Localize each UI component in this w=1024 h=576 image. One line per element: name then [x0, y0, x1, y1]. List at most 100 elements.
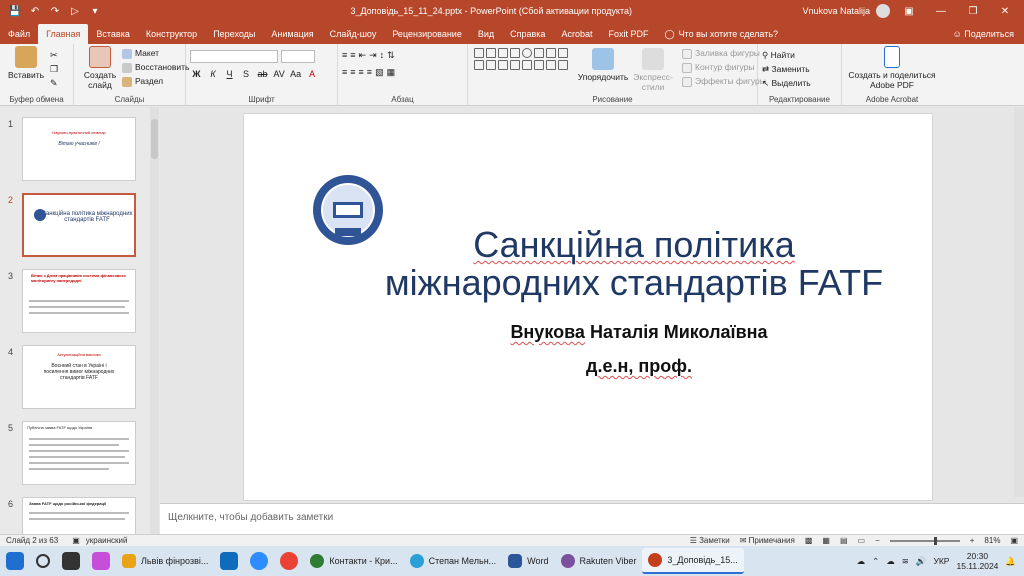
- outlook-icon[interactable]: [220, 552, 239, 570]
- shape-fill-button[interactable]: Заливка фигуры: [682, 46, 766, 60]
- shape-expand-icon[interactable]: [558, 60, 568, 70]
- present-icon[interactable]: ▷: [68, 6, 82, 17]
- normal-view-icon[interactable]: ▩: [805, 536, 813, 545]
- spacing-button[interactable]: AV: [273, 69, 286, 79]
- thumbnail-slide-1[interactable]: 1 Науково-практичний семінар Вітаю учасн…: [0, 117, 150, 181]
- arrange-button[interactable]: Упорядочить: [578, 48, 628, 82]
- taskbar-app-viber[interactable]: Rakuten Viber: [555, 548, 643, 574]
- weather-icon[interactable]: ☁: [857, 556, 866, 567]
- shapes-gallery[interactable]: [472, 46, 572, 72]
- slideshow-view-icon[interactable]: ▭: [858, 536, 866, 545]
- zoom-slider[interactable]: [889, 536, 960, 545]
- spellcheck-icon[interactable]: ▣: [72, 536, 80, 545]
- save-icon[interactable]: 💾: [8, 6, 22, 17]
- smartart-icon[interactable]: ▦: [387, 67, 399, 77]
- author-degree[interactable]: д.е.н, проф.: [414, 356, 864, 377]
- reset-button[interactable]: Восстановить: [122, 60, 189, 74]
- tab-transitions[interactable]: Переходы: [205, 24, 263, 44]
- task-view-icon[interactable]: [62, 552, 80, 570]
- shape-brace-icon[interactable]: [510, 60, 520, 70]
- thumbnail-slide-2[interactable]: 2 Санкційна політика міжнародних стандар…: [0, 193, 150, 257]
- zoom-in-icon[interactable]: +: [970, 536, 975, 545]
- restore-button[interactable]: ❐: [960, 6, 986, 17]
- zoom-thumb[interactable]: [933, 536, 937, 545]
- indent-increase-icon[interactable]: ⇥: [369, 50, 380, 60]
- onedrive-icon[interactable]: ☁: [886, 556, 895, 567]
- windows-start-icon[interactable]: [6, 552, 24, 570]
- line-spacing-icon[interactable]: ↕: [380, 50, 388, 60]
- bold-button[interactable]: Ж: [190, 69, 203, 79]
- chrome-icon[interactable]: [280, 552, 299, 570]
- zoom-level[interactable]: 81%: [984, 536, 1000, 545]
- tab-design[interactable]: Конструктор: [138, 24, 205, 44]
- tab-review[interactable]: Рецензирование: [384, 24, 470, 44]
- shadow-button[interactable]: S: [240, 69, 253, 79]
- slide-title[interactable]: Санкційна політика міжнародних стандарті…: [354, 226, 914, 302]
- tell-me-search[interactable]: ◯ Что вы хотите сделать?: [656, 24, 786, 44]
- undo-icon[interactable]: ↶: [28, 6, 42, 17]
- strikethrough-button[interactable]: ab: [256, 69, 269, 79]
- language-indicator[interactable]: украинский: [86, 536, 128, 545]
- clock[interactable]: 20:30 15.11.2024: [956, 551, 998, 571]
- thumbnail-slide-6[interactable]: 6 Заява FATF щодо російської федерації: [0, 497, 150, 534]
- font-size-combo[interactable]: [280, 50, 315, 63]
- reading-view-icon[interactable]: ▤: [840, 536, 848, 545]
- author-name[interactable]: Внукова Наталія Миколаївна: [414, 322, 864, 343]
- shape-arrow-icon[interactable]: [498, 48, 508, 58]
- thumb-image[interactable]: Науково-практичний семінар Вітаю учасник…: [22, 117, 136, 181]
- paste-button[interactable]: Вставить: [4, 46, 48, 80]
- user-name[interactable]: Vnukova Natalija: [802, 6, 870, 16]
- avatar[interactable]: [876, 4, 890, 18]
- columns-icon[interactable]: ▧: [375, 67, 387, 77]
- select-button[interactable]: ↖ Выделить: [762, 76, 837, 90]
- wifi-icon[interactable]: ≋: [902, 556, 909, 567]
- redo-icon[interactable]: ↷: [48, 6, 62, 17]
- shape-line-icon[interactable]: [486, 48, 496, 58]
- shape-triangle-icon[interactable]: [546, 48, 556, 58]
- shape-square-icon[interactable]: [534, 48, 544, 58]
- close-button[interactable]: ✕: [992, 6, 1018, 17]
- shape-star-icon[interactable]: [498, 60, 508, 70]
- user-area[interactable]: Vnukova Natalija ▣ — ❐ ✕: [802, 4, 1024, 18]
- thumb-image[interactable]: Вітаю з Днем працівників системи фінансо…: [22, 269, 136, 333]
- shape-star2-icon[interactable]: [534, 60, 544, 70]
- taskbar-app-explorer[interactable]: Львів фінрозві...: [116, 548, 214, 574]
- tab-home[interactable]: Главная: [38, 24, 89, 44]
- tab-animations[interactable]: Анимация: [263, 24, 321, 44]
- taskbar-app-word[interactable]: Word: [502, 548, 554, 574]
- tab-file[interactable]: Файл: [0, 24, 38, 44]
- change-case-button[interactable]: Aa: [289, 69, 302, 79]
- notes-pane[interactable]: Щелкните, чтобы добавить заметки: [160, 503, 1024, 534]
- volume-icon[interactable]: 🔊: [916, 556, 927, 567]
- show-hidden-icons[interactable]: ⌃: [872, 556, 879, 567]
- taskbar-app-contacts[interactable]: Контакти - Кри...: [304, 548, 403, 574]
- shape-curve-icon[interactable]: [486, 60, 496, 70]
- create-share-pdf-button[interactable]: Создать и поделиться Adobe PDF: [846, 46, 938, 90]
- tab-slideshow[interactable]: Слайд-шоу: [322, 24, 385, 44]
- format-painter-icon[interactable]: ✎: [50, 76, 58, 90]
- cut-icon[interactable]: ✂: [50, 48, 58, 62]
- justify-icon[interactable]: ≡: [367, 67, 375, 77]
- zoom-out-icon[interactable]: −: [875, 536, 880, 545]
- fit-slide-icon[interactable]: ▣: [1010, 536, 1018, 545]
- tab-acrobat[interactable]: Acrobat: [553, 24, 600, 44]
- shape-rectangle-icon[interactable]: [474, 48, 484, 58]
- shape-callout-icon[interactable]: [546, 60, 556, 70]
- minimize-button[interactable]: —: [928, 6, 954, 17]
- shape-bracket-icon[interactable]: [522, 60, 532, 70]
- numbering-icon[interactable]: ≡: [350, 50, 358, 60]
- share-button[interactable]: ☺ Поделиться: [953, 24, 1024, 44]
- notes-toggle[interactable]: ☰ Заметки: [690, 536, 730, 545]
- thumb-image-selected[interactable]: Санкційна політика міжнародних стандарті…: [22, 193, 136, 257]
- tab-help[interactable]: Справка: [502, 24, 553, 44]
- search-icon[interactable]: [36, 554, 50, 568]
- thumbnail-slide-5[interactable]: 5 Публічна заява FATF щодо України: [0, 421, 150, 485]
- thumb-image[interactable]: Публічна заява FATF щодо України: [22, 421, 136, 485]
- align-center-icon[interactable]: ≡: [350, 67, 358, 77]
- shape-more-icon[interactable]: [558, 48, 568, 58]
- section-button[interactable]: Раздел: [122, 74, 189, 88]
- sorter-view-icon[interactable]: ▦: [822, 536, 830, 545]
- taskbar-app-powerpoint[interactable]: 3_Доповідь_15...: [642, 548, 744, 574]
- quick-styles-button[interactable]: Экспресс-стили: [628, 48, 678, 92]
- current-slide[interactable]: Санкційна політика міжнародних стандарті…: [243, 113, 933, 501]
